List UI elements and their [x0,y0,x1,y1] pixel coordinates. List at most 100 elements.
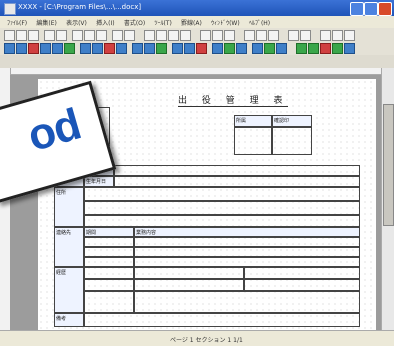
align-left-icon[interactable] [244,30,255,41]
zoom-icon[interactable] [180,30,191,41]
history-row-2c[interactable] [244,279,360,291]
misc-tool-icon[interactable] [344,43,355,54]
menu-view[interactable]: 表示(V) [66,18,87,27]
standard-toolbar [0,28,394,42]
numbering-icon[interactable] [300,30,311,41]
menu-insert[interactable]: 挿入(I) [96,18,114,27]
work-row-2[interactable] [134,247,360,257]
grid-icon[interactable] [276,43,287,54]
italic-icon[interactable] [212,30,223,41]
menu-help[interactable]: ﾍﾙﾌﾟ(H) [249,18,270,27]
menu-edit[interactable]: 編集(E) [36,18,56,27]
status-bar: ページ 1 セクション 1 1/1 [0,330,394,346]
reset-icon[interactable] [252,43,263,54]
menu-table[interactable]: 罫線(A) [181,18,202,27]
copy-icon[interactable] [84,30,95,41]
split-cells-icon[interactable] [92,43,103,54]
redo-icon[interactable] [124,30,135,41]
close-button[interactable] [378,2,392,16]
history-row-2a[interactable] [84,279,134,291]
cut-icon[interactable] [72,30,83,41]
address-field-3[interactable] [84,215,360,227]
sum-icon[interactable] [212,43,223,54]
menu-tools[interactable]: ﾂｰﾙ(T) [154,18,171,27]
period-row-3[interactable] [84,257,134,267]
history-notes[interactable] [134,291,360,313]
line-style-icon[interactable] [132,43,143,54]
new-doc-icon[interactable] [4,30,15,41]
form-toolbar [0,41,394,56]
menu-bar: ﾌｧｲﾙ(F) 編集(E) 表示(V) 挿入(I) 書式(O) ﾂｰﾙ(T) 罫… [0,16,394,28]
history-row-3a[interactable] [84,291,134,313]
title-bar[interactable]: XXXX - [C:\Program Files\...\...docx] [0,0,394,16]
green-tool-3-icon[interactable] [332,43,343,54]
open-icon[interactable] [16,30,27,41]
history-row-2b[interactable] [134,279,244,291]
history-row-1c[interactable] [244,267,360,279]
lock-icon[interactable] [236,43,247,54]
drawing-icon[interactable] [168,30,179,41]
columns-icon[interactable] [156,30,167,41]
green-tool-icon[interactable] [296,43,307,54]
border-icon[interactable] [320,30,331,41]
period-row-2[interactable] [84,247,134,257]
address-field-1[interactable] [84,187,360,201]
align-center-icon[interactable] [256,30,267,41]
history-row-1b[interactable] [134,267,244,279]
print-icon[interactable] [44,30,55,41]
label-address: 住所 [54,187,84,227]
affiliation-box [234,127,272,155]
dropdown-field-icon[interactable] [28,43,39,54]
minimize-button[interactable] [350,2,364,16]
red-tool-icon[interactable] [320,43,331,54]
vertical-scrollbar[interactable] [381,68,394,330]
align-right-icon[interactable] [268,30,279,41]
highlight-icon[interactable] [332,30,343,41]
horizontal-ruler[interactable] [10,68,382,75]
maximize-button[interactable] [364,2,378,16]
form-field-icon[interactable] [4,43,15,54]
text-direction-icon[interactable] [184,43,195,54]
address-field-2[interactable] [84,201,360,215]
checkbox-field-icon[interactable] [16,43,27,54]
border-color-icon[interactable] [156,43,167,54]
font-color-icon[interactable] [344,30,355,41]
paste-icon[interactable] [96,30,107,41]
draw-table-icon[interactable] [52,43,63,54]
bold-icon[interactable] [200,30,211,41]
work-row-3[interactable] [134,257,360,267]
green-tool-2-icon[interactable] [308,43,319,54]
bullets-icon[interactable] [288,30,299,41]
birthdate-field[interactable] [114,176,360,187]
menu-file[interactable]: ﾌｧｲﾙ(F) [7,18,27,27]
work-row-1[interactable] [134,237,360,247]
stamp-box [272,127,312,155]
undo-icon[interactable] [112,30,123,41]
history-row-1a[interactable] [84,267,134,279]
underline-icon[interactable] [224,30,235,41]
app-icon[interactable] [4,3,16,15]
remarks-field[interactable] [84,313,360,327]
insert-row-icon[interactable] [116,43,127,54]
overlay-text: od [22,99,86,161]
insert-table-icon[interactable] [64,43,75,54]
save-icon[interactable] [28,30,39,41]
table-icon[interactable] [144,30,155,41]
merge-cells-icon[interactable] [80,43,91,54]
shield-icon[interactable] [224,43,235,54]
furigana-field[interactable] [114,165,360,176]
scrollbar-thumb[interactable] [383,104,394,226]
line-weight-icon[interactable] [144,43,155,54]
menu-format[interactable]: 書式(O) [124,18,145,27]
period-row-1[interactable] [84,237,134,247]
sort-icon[interactable] [196,43,207,54]
field-options-icon[interactable] [40,43,51,54]
preview-icon[interactable] [56,30,67,41]
label-remarks: 備考 [54,313,84,327]
blank-toolbar-area [0,55,394,69]
delete-row-icon[interactable] [104,43,115,54]
check-icon[interactable] [264,43,275,54]
menu-window[interactable]: ｳｨﾝﾄﾞｳ(W) [211,18,240,27]
shading-icon[interactable] [172,43,183,54]
label-period: 期間 [84,227,134,237]
